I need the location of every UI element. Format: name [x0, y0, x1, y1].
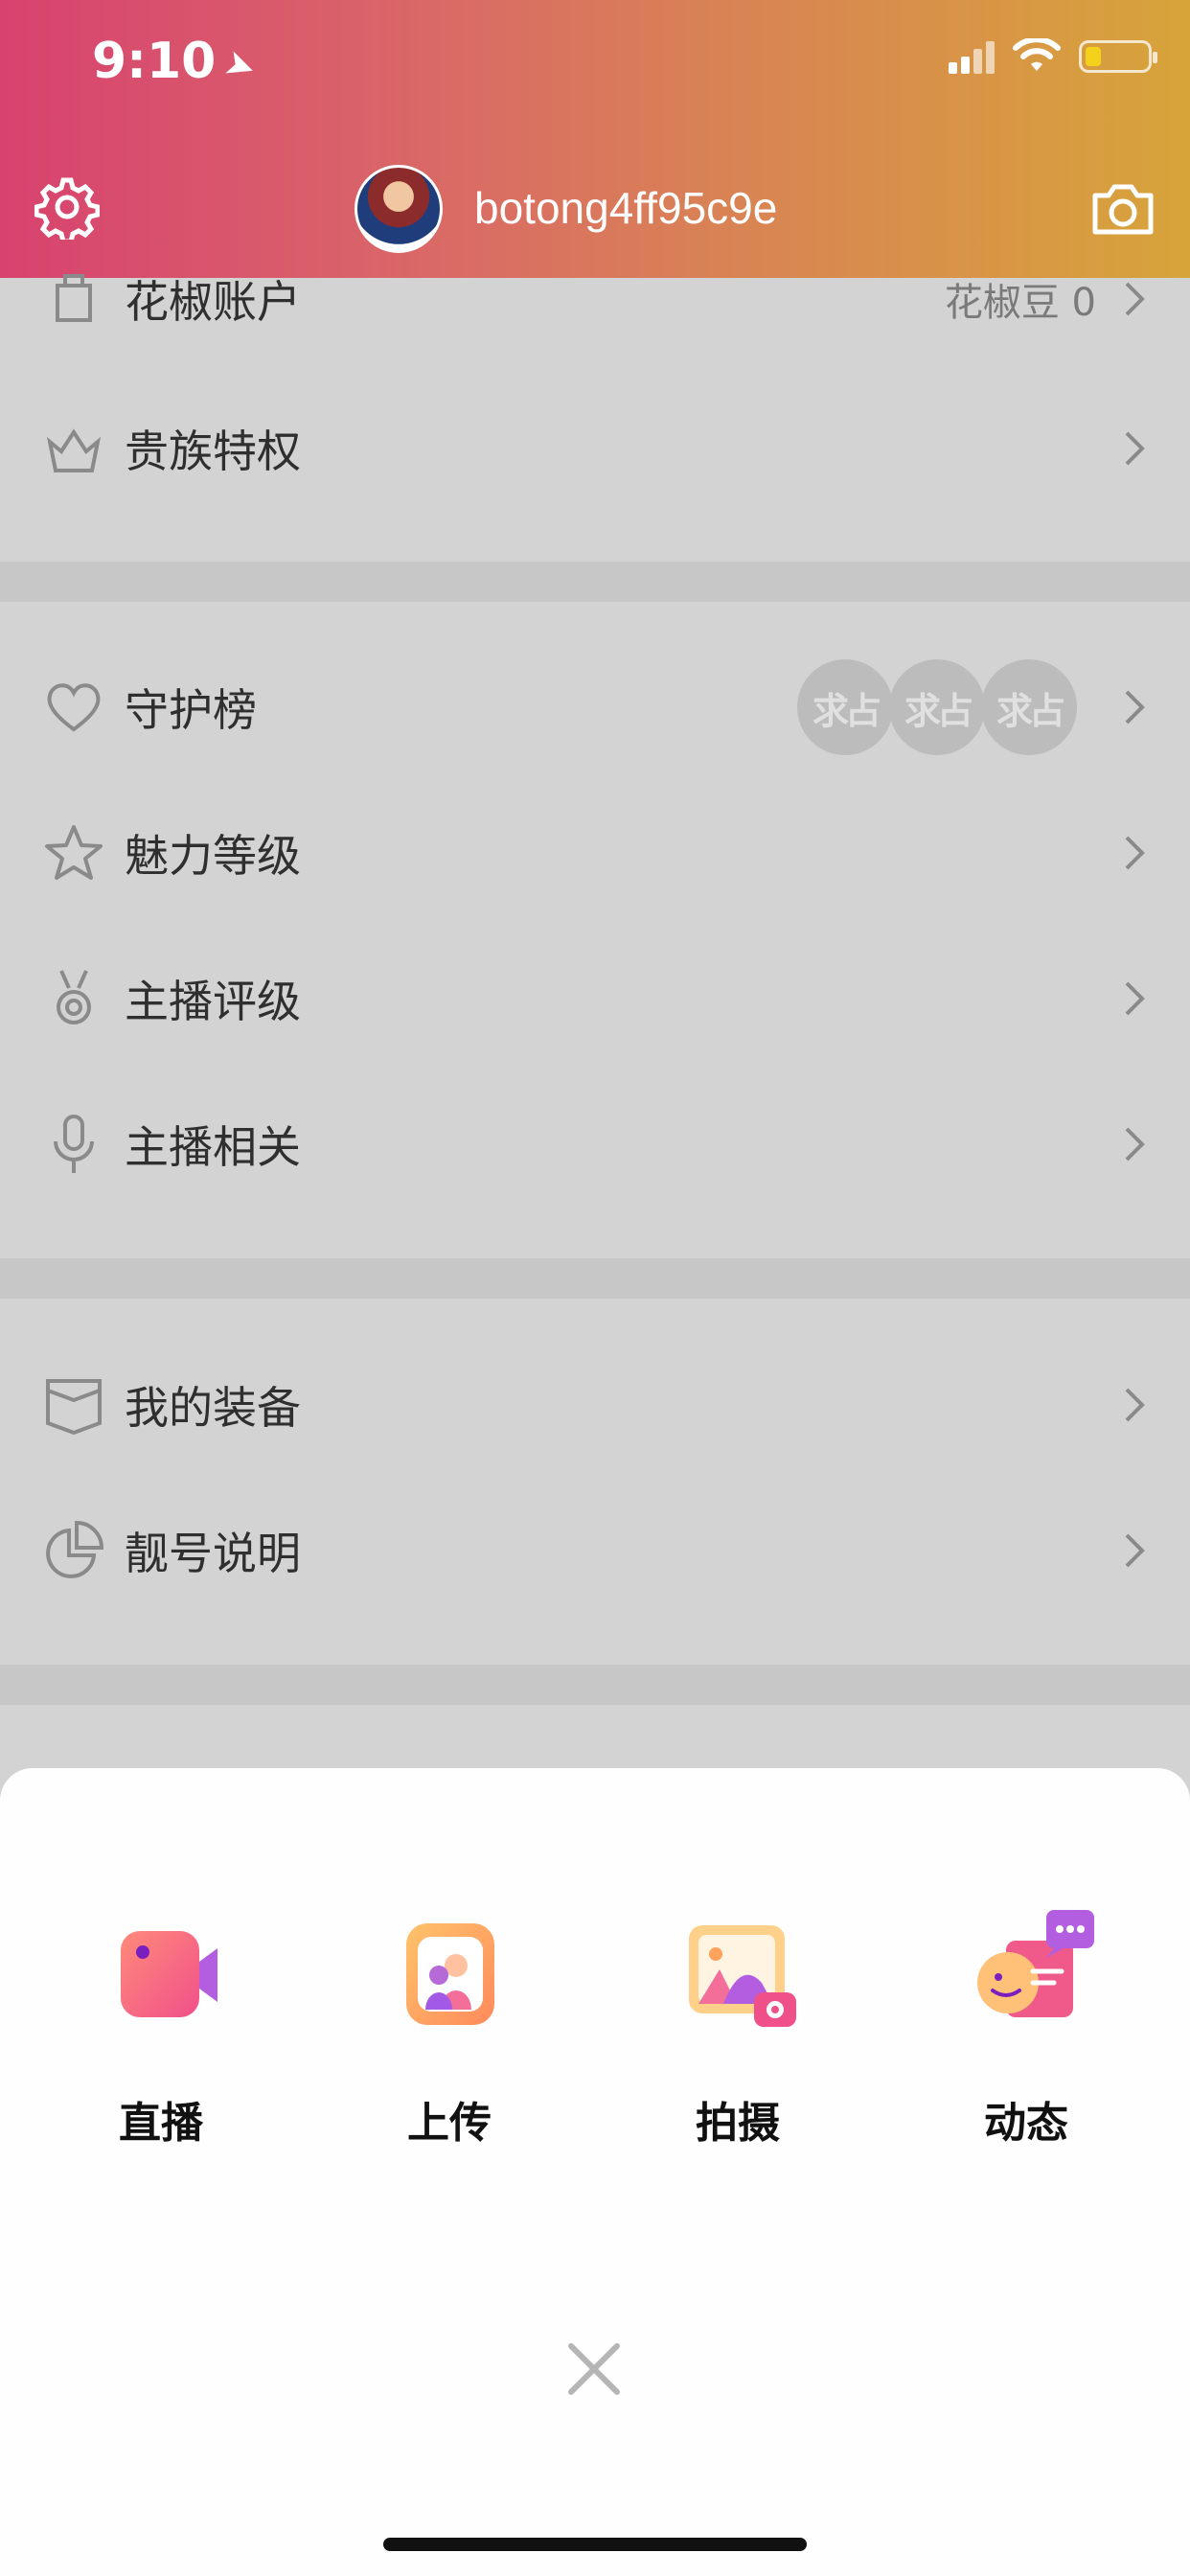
video-camera-icon: [121, 1931, 217, 2017]
medal-icon: [57, 970, 91, 1024]
wifi-icon: [1013, 38, 1061, 71]
publish-sheet: 直播 上传 拍摄 动态: [0, 1768, 1190, 2576]
menu-row-anchor-rating[interactable]: 主播评级: [0, 926, 1190, 1071]
account-balance: 花椒豆 0: [944, 281, 1096, 325]
chevron-right-icon: [1125, 1533, 1145, 1568]
chevron-right-icon: [1125, 282, 1145, 316]
status-indicators: [949, 38, 1157, 75]
status-time: 9:10➤: [92, 33, 263, 91]
menu-row-account[interactable]: 花椒账户 花椒豆 0: [0, 226, 1190, 372]
action-label: 拍摄: [696, 2099, 780, 2148]
menu-row-charm[interactable]: 魅力等级: [0, 780, 1190, 926]
crown-icon: [46, 428, 102, 472]
box-icon: [46, 1379, 102, 1436]
action-shoot[interactable]: 拍摄: [647, 1902, 829, 2150]
action-label: 直播: [119, 2099, 203, 2148]
menu-label: 花椒账户: [125, 276, 301, 328]
location-arrow-icon: ➤: [218, 39, 263, 91]
cellular-signal-icon: [949, 39, 995, 74]
home-indicator[interactable]: [383, 2538, 807, 2551]
menu-row-equipment[interactable]: 我的装备: [0, 1332, 1190, 1478]
guard-avatars: 求占 求占 求占: [797, 659, 1077, 755]
action-live[interactable]: 直播: [70, 1902, 252, 2150]
menu-row-pretty-number[interactable]: 靓号说明: [0, 1478, 1190, 1623]
battery-icon: [1079, 40, 1157, 73]
upload-photo-icon: [406, 1923, 494, 2025]
menu-label: 魅力等级: [125, 830, 301, 882]
pie-chart-icon: [46, 1520, 104, 1578]
bag-icon: [56, 274, 92, 322]
close-icon[interactable]: [556, 2331, 632, 2407]
section-divider: [0, 1665, 1190, 1705]
guard-slot: 求占: [889, 659, 985, 755]
microphone-icon: [54, 1115, 94, 1173]
menu-label: 靓号说明: [125, 1528, 301, 1579]
menu-label: 贵族特权: [125, 426, 301, 477]
guard-slot: 求占: [797, 659, 893, 755]
chevron-right-icon: [1125, 431, 1145, 466]
chevron-right-icon: [1125, 690, 1145, 724]
chevron-right-icon: [1125, 1388, 1145, 1422]
action-moment[interactable]: 动态: [935, 1902, 1117, 2150]
menu-row-guard[interactable]: 守护榜 求占 求占 求占: [0, 634, 1190, 780]
menu-label: 主播相关: [125, 1121, 301, 1173]
section-divider: [0, 1258, 1190, 1299]
picture-camera-icon: [689, 1925, 796, 2027]
menu-row-noble[interactable]: 贵族特权: [0, 376, 1190, 521]
chevron-right-icon: [1125, 1127, 1145, 1162]
action-label: 上传: [407, 2099, 492, 2148]
menu-label: 主播评级: [125, 976, 301, 1027]
chevron-right-icon: [1125, 836, 1145, 870]
chevron-right-icon: [1125, 981, 1145, 1016]
menu-label: 我的装备: [125, 1382, 301, 1434]
section-divider: [0, 562, 1190, 602]
menu-label: 守护榜: [125, 684, 257, 736]
action-upload[interactable]: 上传: [358, 1902, 540, 2150]
action-label: 动态: [984, 2099, 1068, 2148]
menu-row-anchor-related[interactable]: 主播相关: [0, 1071, 1190, 1217]
star-icon: [45, 825, 103, 880]
guard-slot: 求占: [981, 659, 1077, 755]
heart-icon: [47, 683, 101, 732]
moment-chat-icon: [977, 1910, 1094, 2017]
